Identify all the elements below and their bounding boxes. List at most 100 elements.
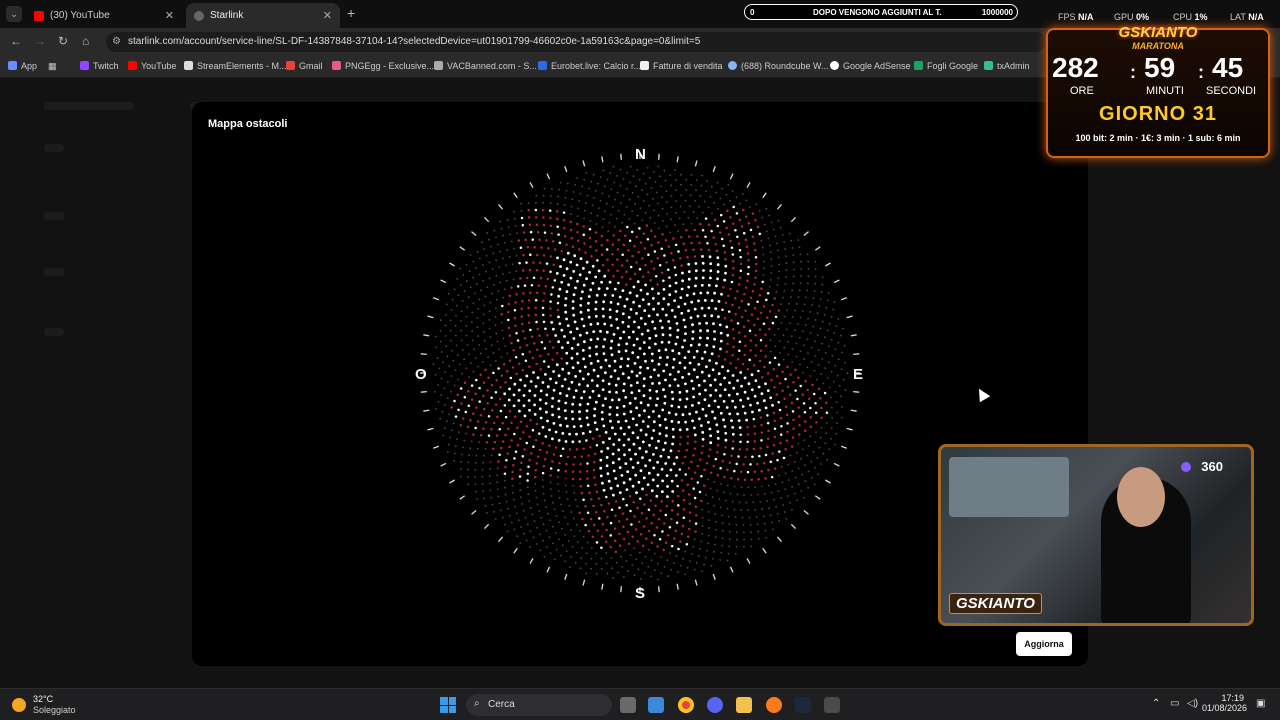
calculator-icon[interactable] [824,697,840,713]
bookmark-item[interactable]: Fogli Google [914,61,978,71]
sky-dot [475,267,478,269]
taskbar-search[interactable]: ⌕ Cerca [466,694,612,716]
sky-dot [439,340,442,343]
tab-search-button[interactable]: ⌄ [6,6,22,22]
bookmark-item[interactable]: Eurobet.live: Calcio r... [538,61,641,71]
bookmark-item[interactable]: YouTube [128,61,176,71]
sky-dot [693,447,697,450]
sky-dot [753,425,756,428]
store-icon[interactable] [648,697,664,713]
sky-dot [478,386,481,390]
sky-dot [490,344,493,347]
sky-dot [719,197,722,200]
sky-dot [752,363,756,367]
sky-dot [605,495,608,499]
sky-dot [819,327,822,330]
sky-dot [674,474,678,477]
sky-dot [797,433,801,436]
sky-dot [692,248,695,251]
weather-condition[interactable]: Soleggiato [33,705,76,715]
sky-dot [572,395,576,399]
sky-dot [617,377,620,381]
sky-dot [754,255,758,259]
sky-dot [764,333,767,336]
weather-temperature[interactable]: 32°C [33,694,53,704]
chrome-icon[interactable] [678,697,694,713]
sky-dot [578,403,582,407]
sky-dot [492,352,495,355]
grid-icon[interactable]: ▦ [48,61,57,72]
sky-dot [762,515,765,518]
new-tab-button[interactable]: + [347,5,355,21]
sky-dot [742,325,746,329]
sky-dot [652,513,656,516]
sky-dot [691,323,694,327]
bookmark-item[interactable]: txAdmin [984,61,1030,71]
forward-icon[interactable]: → [34,34,46,48]
sky-dot [496,415,499,419]
bookmark-item[interactable]: Google AdSense [830,61,911,71]
bookmark-item[interactable]: Twitch [80,61,119,71]
discord-icon[interactable] [707,697,723,713]
volume-icon[interactable]: ◁) [1187,698,1198,709]
sky-dot [576,177,578,179]
sky-dot [709,471,713,474]
system-clock[interactable]: 17:19 01/08/2026 [1202,693,1247,713]
sky-dot [643,409,646,413]
sky-dot [780,497,782,499]
sky-dot [672,462,676,466]
sky-dot [789,454,792,457]
firefox-icon[interactable] [766,697,782,713]
bookmark-item[interactable]: PNGEgg - Exclusive... [332,61,434,71]
refresh-button[interactable]: Aggiorna [1016,632,1072,656]
sky-dot [797,483,800,486]
back-icon[interactable]: ← [10,34,22,48]
sky-dot [552,370,555,373]
sky-dot [590,212,593,214]
sky-dot [527,202,530,204]
sky-dot [789,373,792,376]
close-icon[interactable]: ✕ [323,9,332,22]
sky-dot [731,273,735,277]
sky-dot [600,535,604,538]
sky-dot [525,343,529,347]
sky-dot [834,443,836,446]
notification-icon[interactable]: ▣ [1256,698,1265,709]
windows-start-icon[interactable] [440,697,456,713]
sky-dot [590,255,593,258]
home-icon[interactable]: ⌂ [82,34,89,48]
bookmark-item[interactable]: VACBanned.com - S... [434,61,537,71]
bookmark-item[interactable]: App [8,61,37,71]
sky-dot [627,316,631,319]
chevron-up-icon[interactable]: ⌃ [1152,698,1160,709]
tab-starlink[interactable]: Starlink ✕ [186,3,340,28]
task-view-icon[interactable] [620,697,636,713]
sky-dot [479,413,483,417]
sky-dot [699,291,703,295]
bookmark-item[interactable]: (688) Roundcube W... [728,61,829,71]
sky-dot [746,367,750,371]
compass-tick [601,156,604,163]
compass-tick [712,573,716,580]
sky-dot [605,248,609,251]
sky-dot [541,306,545,310]
url-input[interactable]: ⚙ starlink.com/account/service-line/SL-D… [106,32,1046,52]
sky-dot [821,276,824,279]
sun-icon[interactable] [12,698,26,712]
bookmark-item[interactable]: Fatture di vendita [640,61,723,71]
sky-dot [760,439,763,442]
tab-youtube[interactable]: (30) YouTube ✕ [26,3,182,28]
steam-icon[interactable] [795,697,811,713]
network-icon[interactable]: ▭ [1170,698,1179,709]
reload-icon[interactable]: ↻ [58,34,68,48]
close-icon[interactable]: ✕ [165,9,174,22]
sky-dot [708,448,712,451]
sky-dot [531,356,535,360]
site-info-icon[interactable]: ⚙ [112,36,121,47]
sky-dot [728,530,731,533]
sky-dot [744,455,747,459]
bookmark-item[interactable]: Gmail [286,61,323,71]
bookmark-item[interactable]: StreamElements - M... [184,61,287,71]
file-explorer-icon[interactable] [736,697,752,713]
sky-dot [489,482,491,485]
